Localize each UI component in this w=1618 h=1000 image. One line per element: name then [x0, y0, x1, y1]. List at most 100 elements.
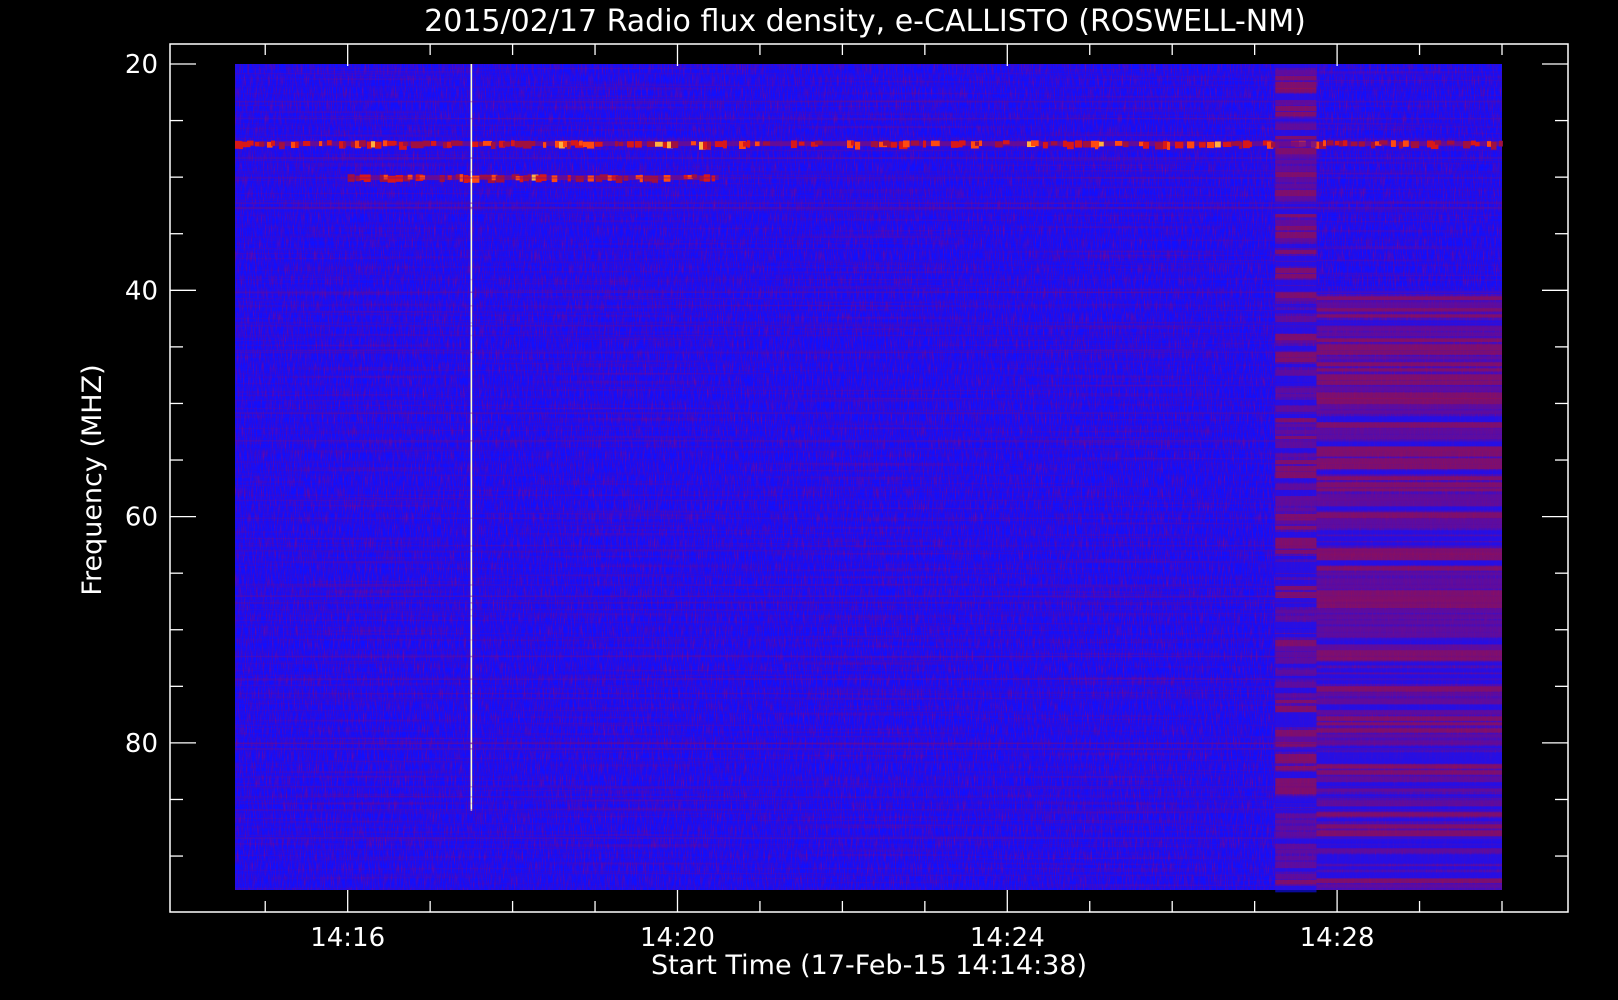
feature-burst	[1115, 140, 1123, 146]
heatmap-line	[235, 678, 1502, 680]
feature-stripe	[1316, 680, 1502, 684]
heatmap-line	[235, 608, 1502, 611]
feature-stripe	[1275, 694, 1317, 698]
feature-stripe	[1316, 866, 1502, 870]
feature-stripe	[1275, 280, 1317, 286]
heatmap-line	[235, 742, 1502, 745]
feature-burst	[587, 141, 595, 149]
feature-burst	[1487, 141, 1492, 147]
feature-stripe	[1275, 406, 1317, 412]
feature-stripe	[1316, 620, 1502, 625]
feature-stripe	[1316, 614, 1502, 620]
feature-burst	[583, 141, 588, 148]
feature-stripe	[1316, 626, 1502, 632]
feature-stripe	[1275, 274, 1317, 279]
feature-stripe	[1275, 148, 1317, 155]
feature-burst	[615, 175, 623, 183]
feature-stripe	[1275, 832, 1317, 837]
heatmap-line	[235, 697, 1502, 699]
feature-stripe	[1275, 874, 1317, 879]
feature-burst	[543, 142, 547, 148]
heatmap-line	[235, 809, 1502, 811]
feature-stripe	[1316, 836, 1502, 843]
feature-burst	[527, 141, 536, 147]
feature-stripe	[1316, 728, 1502, 733]
feature-burst	[551, 175, 558, 183]
feature-burst	[1099, 141, 1104, 147]
feature-stripe	[1316, 848, 1502, 853]
feature-burst	[651, 175, 659, 183]
feature-stripe	[1275, 502, 1317, 506]
feature-stripe	[1275, 388, 1317, 393]
feature-stripe	[1275, 610, 1317, 614]
feature-stripe	[1275, 724, 1317, 728]
feature-burst	[599, 174, 609, 180]
feature-stripe	[1275, 520, 1317, 525]
feature-stripe	[1275, 256, 1317, 262]
heatmap-line	[235, 843, 1502, 846]
feature-burst	[259, 141, 265, 147]
feature-burst	[239, 141, 244, 150]
feature-stripe	[1316, 518, 1502, 525]
feature-burst	[431, 140, 437, 146]
feature-burst	[383, 174, 388, 180]
feature-stripe	[1316, 428, 1502, 434]
feature-stripe	[1275, 94, 1317, 100]
feature-burst	[595, 141, 603, 147]
heatmap-line	[235, 305, 1502, 307]
feature-stripe	[1316, 530, 1502, 535]
feature-stripe	[1275, 556, 1317, 560]
heatmap-line	[235, 786, 1502, 788]
feature-stripe	[1316, 782, 1502, 789]
feature-stripe	[1316, 632, 1502, 637]
feature-burst	[1215, 141, 1221, 148]
feature-burst	[1227, 141, 1231, 147]
feature-stripe	[1275, 328, 1317, 334]
feature-stripe	[1316, 296, 1502, 301]
feature-stripe	[1316, 458, 1502, 465]
heatmap-line	[235, 545, 1502, 547]
feature-burst	[995, 141, 1003, 148]
feature-stripe	[1316, 392, 1502, 399]
feature-stripe	[1316, 452, 1502, 457]
feature-burst	[1207, 142, 1215, 149]
feature-stripe	[1275, 826, 1317, 831]
feature-stripe	[1316, 770, 1502, 775]
feature-burst	[1323, 140, 1327, 147]
feature-stripe	[1275, 130, 1317, 136]
feature-stripe	[1316, 368, 1502, 372]
feature-burst	[383, 140, 388, 147]
feature-stripe	[1316, 524, 1502, 529]
heatmap-line	[235, 412, 1502, 414]
heatmap-line	[235, 278, 1502, 281]
heatmap-feature	[1275, 64, 1317, 893]
feature-stripe	[1275, 448, 1317, 453]
feature-stripe	[1275, 850, 1317, 854]
heatmap-line	[235, 748, 1502, 750]
feature-burst	[1411, 141, 1420, 149]
feature-burst	[387, 176, 396, 183]
feature-stripe	[1275, 442, 1317, 449]
feature-stripe	[1275, 658, 1317, 664]
feature-stripe	[1316, 698, 1502, 705]
feature-burst	[1043, 142, 1048, 149]
feature-stripe	[1316, 536, 1502, 542]
feature-stripe	[1275, 466, 1317, 472]
heatmap-line	[235, 595, 1502, 598]
feature-stripe	[1316, 512, 1502, 519]
feature-stripe	[1275, 526, 1317, 530]
feature-burst	[503, 141, 511, 147]
heatmap-line	[235, 206, 1502, 209]
feature-burst	[655, 141, 663, 147]
feature-stripe	[1316, 560, 1502, 566]
feature-stripe	[1316, 314, 1502, 318]
feature-burst	[715, 141, 724, 148]
feature-stripe	[1316, 596, 1502, 603]
feature-burst	[1031, 140, 1039, 147]
feature-burst	[359, 140, 366, 147]
feature-burst	[1467, 141, 1472, 146]
heatmap-line	[235, 517, 1502, 519]
feature-stripe	[1275, 394, 1317, 398]
feature-stripe	[1275, 310, 1317, 314]
feature-stripe	[1275, 268, 1317, 274]
